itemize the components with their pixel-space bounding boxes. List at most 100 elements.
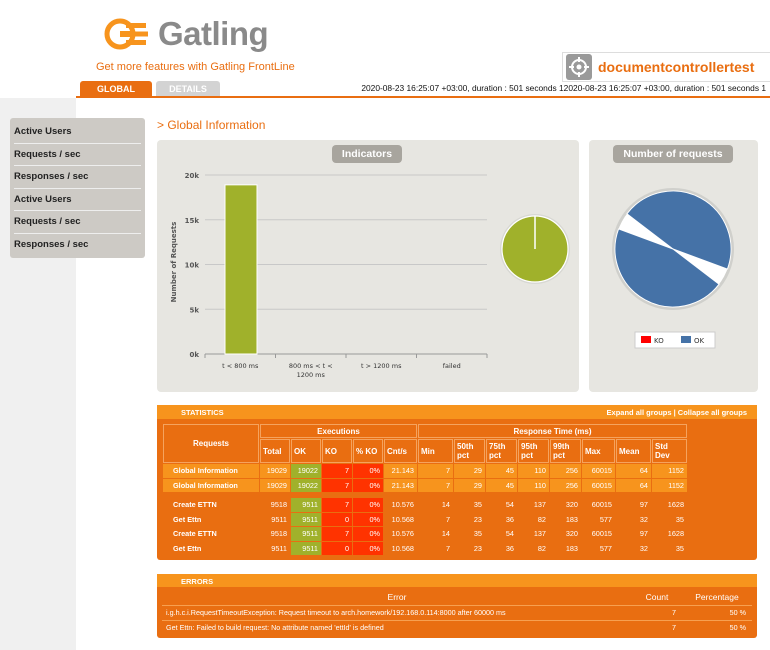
cell-value: 9511	[260, 512, 290, 526]
gatling-logo[interactable]: Gatling	[104, 14, 269, 54]
y-axis-label: Number of Requests	[170, 222, 178, 303]
column-header-max[interactable]: Max	[582, 439, 615, 463]
request-name: Create ETTN	[163, 527, 259, 541]
frontline-link[interactable]: Get more features with Gatling FrontLine	[96, 61, 295, 73]
column-header-ko[interactable]: KO	[322, 439, 352, 463]
column-header-95th-pct[interactable]: 95th pct	[518, 439, 549, 463]
cell-value: 0%	[353, 541, 383, 555]
cell-value: 29	[454, 464, 485, 478]
column-header-requests[interactable]: Requests	[163, 424, 259, 463]
expand-collapse-links[interactable]: Expand all groups | Collapse all groups	[607, 408, 747, 417]
error-message: i.g.h.c.i.RequestTimeoutException: Reque…	[162, 604, 632, 620]
error-column-percentage[interactable]: Percentage	[682, 590, 752, 605]
column-header-75th-pct[interactable]: 75th pct	[486, 439, 517, 463]
y-tick-label: 5k	[189, 306, 199, 314]
sidebar-item-requests-per-sec[interactable]: Requests / sec	[14, 211, 141, 234]
simulation-box: documentcontrollertest	[562, 52, 770, 82]
error-column-error[interactable]: Error	[162, 590, 632, 605]
table-row[interactable]: Global Information 19029 19022 7 0% 21.143 7 29…	[163, 464, 687, 478]
tab-details[interactable]: DETAILS	[156, 81, 220, 96]
column-header-min[interactable]: Min	[418, 439, 453, 463]
cell-value: 137	[518, 498, 549, 512]
column-group-response-time: Response Time (ms)	[418, 424, 687, 438]
sidebar-item-responses-per-sec[interactable]: Responses / sec	[14, 234, 141, 257]
cell-value: 82	[518, 512, 549, 526]
cell-value: 256	[550, 478, 581, 492]
cell-value: 64	[616, 464, 651, 478]
cell-value: 97	[616, 527, 651, 541]
column-header-mean[interactable]: Mean	[616, 439, 651, 463]
column-header-ok[interactable]: OK	[291, 439, 321, 463]
cell-value: 32	[616, 541, 651, 555]
number-of-requests-panel: Number of requests KO OK	[589, 140, 758, 392]
x-tick-label: t < 800 ms	[222, 362, 259, 370]
table-row[interactable]: Global Information 19029 19022 7 0% 21.143 7 29…	[163, 478, 687, 492]
sidebar-item-active-users[interactable]: Active Users	[14, 189, 141, 212]
bar-t-800-ms	[224, 184, 258, 355]
error-count: 7	[632, 619, 682, 635]
cell-value: 21.143	[384, 478, 417, 492]
cell-value: 0%	[353, 498, 383, 512]
cell-value: 137	[518, 527, 549, 541]
x-tick-label: 1200 ms	[297, 371, 326, 379]
cell-value: 9518	[260, 527, 290, 541]
error-count: 7	[632, 604, 682, 620]
indicators-panel: Indicators 0k 5k 10k 15k 20k t < 800 ms 800 m…	[157, 140, 579, 392]
error-message: Get Ettn: Failed to build request: No at…	[162, 619, 632, 635]
cell-value: 320	[550, 527, 581, 541]
legend-swatch-ok	[681, 336, 691, 343]
x-tick-label: 800 ms < t <	[289, 362, 333, 370]
error-percentage: 50 %	[682, 619, 752, 635]
logo-text: Gatling	[158, 15, 269, 52]
cell-value: 64	[616, 478, 651, 492]
sidebar-item-responses-per-sec[interactable]: Responses / sec	[14, 166, 141, 189]
cell-value: 0%	[353, 527, 383, 541]
sidebar-item-requests-per-sec[interactable]: Requests / sec	[14, 144, 141, 167]
cell-value: 45	[486, 464, 517, 478]
request-name: Global Information	[163, 464, 259, 478]
cell-value: 36	[486, 512, 517, 526]
column-header-99th-pct[interactable]: 99th pct	[550, 439, 581, 463]
column-header-total[interactable]: Total	[260, 439, 290, 463]
column-header--ko[interactable]: % KO	[353, 439, 383, 463]
column-header-std-dev[interactable]: Std Dev	[652, 439, 687, 463]
cell-value: 1152	[652, 478, 687, 492]
column-header-cnt-s[interactable]: Cnt/s	[384, 439, 417, 463]
cell-value: 45	[486, 478, 517, 492]
tab-global[interactable]: GLOBAL	[80, 81, 152, 96]
cell-value: 110	[518, 464, 549, 478]
cell-value: 21.143	[384, 464, 417, 478]
cell-value: 0%	[353, 512, 383, 526]
cell-value: 1152	[652, 464, 687, 478]
cell-value: 9511	[291, 498, 321, 512]
table-row[interactable]: Create ETTN 9518 9511 7 0% 10.576 14 35 54 137 320…	[163, 498, 687, 512]
cell-value: 54	[486, 498, 517, 512]
errors-section: ERRORS Error Count Percentage i.g.h.c.i.Re…	[157, 574, 757, 638]
page-title: > Global Information	[157, 118, 266, 132]
table-row[interactable]: Get Ettn 9511 9511 0 0% 10.568 7 23 36 82 183 577 32…	[163, 541, 687, 555]
error-column-count[interactable]: Count	[632, 590, 682, 605]
cell-value: 19022	[291, 478, 321, 492]
column-header-50th-pct[interactable]: 50th pct	[454, 439, 485, 463]
error-row: Get Ettn: Failed to build request: No at…	[162, 619, 752, 635]
sidebar-menu: Active Users Requests / sec Responses / …	[10, 118, 145, 258]
cell-value: 577	[582, 541, 615, 555]
cell-value: 183	[550, 512, 581, 526]
statistics-header: STATISTICS Expand all groups | Collapse …	[157, 405, 757, 419]
simulation-name: documentcontrollertest	[598, 59, 755, 75]
table-row[interactable]: Create ETTN 9518 9511 7 0% 10.576 14 35 54 137 320…	[163, 527, 687, 541]
legend-label-ok: OK	[694, 337, 705, 345]
error-row: i.g.h.c.i.RequestTimeoutException: Reque…	[162, 604, 752, 620]
request-name: Create ETTN	[163, 498, 259, 512]
cell-value: 0	[322, 541, 352, 555]
table-row[interactable]: Get Ettn 9511 9511 0 0% 10.568 7 23 36 82 183 577 32…	[163, 512, 687, 526]
cell-value: 183	[550, 541, 581, 555]
cell-value: 19029	[260, 478, 290, 492]
request-name: Get Ettn	[163, 541, 259, 555]
cell-value: 110	[518, 478, 549, 492]
sidebar-item-active-users[interactable]: Active Users	[14, 121, 141, 144]
cell-value: 60015	[582, 478, 615, 492]
cell-value: 54	[486, 527, 517, 541]
statistics-table: Requests Executions Response Time (ms) Tota…	[162, 423, 688, 556]
indicators-chart: 0k 5k 10k 15k 20k t < 800 ms 800 ms < t <1200…	[170, 172, 570, 379]
